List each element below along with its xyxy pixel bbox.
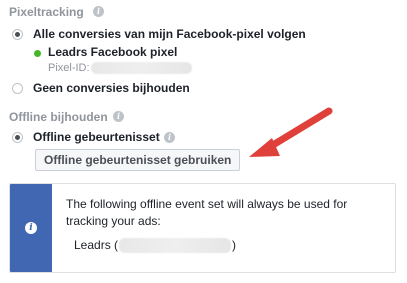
info-icon[interactable]: i [93, 6, 104, 17]
info-icon[interactable]: i [113, 111, 124, 122]
event-set-id-redacted [119, 238, 231, 253]
status-dot [34, 50, 41, 57]
radio-follow-pixel[interactable] [12, 29, 23, 40]
option-follow-pixel-label[interactable]: Alle conversies van mijn Facebook-pixel … [33, 27, 306, 41]
radio-offline-event-set[interactable] [12, 132, 23, 143]
info-icon[interactable]: i [164, 132, 175, 143]
option-offline-event-set-label[interactable]: Offline gebeurtenisset [33, 130, 160, 144]
info-strip: i [10, 184, 52, 272]
pixeltracking-title: Pixeltracking [9, 5, 84, 19]
option-no-conversions-label[interactable]: Geen conversies bijhouden [33, 81, 190, 95]
info-line-2: tracking your ads: [66, 214, 161, 228]
radio-no-conversions[interactable] [12, 83, 23, 94]
pixel-id-label: Pixel-ID: [48, 62, 90, 74]
info-icon: i [25, 222, 37, 234]
pixel-name: Leadrs Facebook pixel [48, 45, 178, 59]
info-box: i The following offline event set will a… [9, 183, 396, 273]
info-line-1: The following offline event set will alw… [66, 197, 348, 211]
offline-title: Offline bijhouden [9, 110, 108, 124]
use-offline-event-set-button[interactable]: Offline gebeurtenisset gebruiken [35, 149, 241, 171]
event-set-prefix: Leadrs ( [74, 238, 119, 252]
red-arrow-annotation [249, 107, 333, 157]
pixel-id-redacted [91, 62, 192, 74]
event-set-suffix: ) [232, 238, 236, 252]
